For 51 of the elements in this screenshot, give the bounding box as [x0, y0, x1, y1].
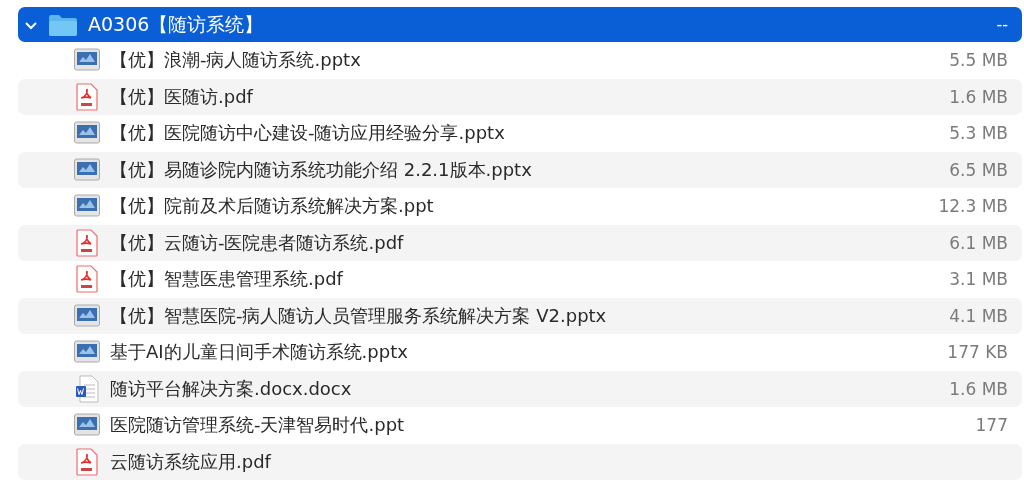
- file-name: 【优】智慧医院-病人随访人员管理服务系统解决方案 V2.pptx: [110, 303, 608, 328]
- pdf-file-icon: [74, 228, 100, 257]
- file-size: 4.1 MB: [949, 305, 1008, 326]
- file-row[interactable]: 随访平台解决方案.docx.docx 1.6 MB: [18, 370, 1022, 407]
- slide-thumbnail-icon: [74, 194, 100, 219]
- file-row[interactable]: 云随访系统应用.pdf: [18, 443, 1022, 480]
- pdf-file-icon: [74, 82, 100, 111]
- file-size: 5.3 MB: [949, 123, 1008, 144]
- slide-thumbnail-icon: [74, 48, 100, 73]
- file-row[interactable]: 【优】智慧医院-病人随访人员管理服务系统解决方案 V2.pptx 4.1 MB: [18, 297, 1022, 334]
- file-row[interactable]: 【优】易随诊院内随访系统功能介绍 2.2.1版本.pptx 6.5 MB: [18, 151, 1022, 188]
- slide-thumbnail-icon: [74, 303, 100, 328]
- file-size: 6.5 MB: [949, 159, 1008, 180]
- file-name: 基于AI的儿童日间手术随访系统.pptx: [110, 340, 409, 365]
- slide-thumbnail-icon: [74, 121, 100, 146]
- file-size: 177: [975, 415, 1008, 436]
- slide-thumbnail-icon: [74, 340, 100, 365]
- file-name: 随访平台解决方案.docx.docx: [110, 376, 353, 401]
- folder-size: --: [996, 15, 1008, 34]
- file-row[interactable]: 【优】医随访.pdf 1.6 MB: [18, 78, 1022, 115]
- file-name: 【优】医院随访中心建设-随访应用经验分享.pptx: [110, 121, 506, 146]
- file-name: 【优】浪潮-病人随访系统.pptx: [110, 48, 362, 73]
- folder-name: A0306【随访系统】: [88, 11, 265, 37]
- file-size: 6.1 MB: [949, 232, 1008, 253]
- file-size: 3.1 MB: [949, 269, 1008, 290]
- file-size: 5.5 MB: [949, 50, 1008, 71]
- pdf-file-icon: [74, 265, 100, 294]
- file-size: 1.6 MB: [949, 86, 1008, 107]
- file-row[interactable]: 【优】智慧医患管理系统.pdf 3.1 MB: [18, 261, 1022, 298]
- file-size: 177 KB: [947, 342, 1008, 363]
- file-name: 【优】云随访-医院患者随访系统.pdf: [110, 230, 405, 255]
- slide-thumbnail-icon: [74, 157, 100, 182]
- file-name: 【优】智慧医患管理系统.pdf: [110, 267, 345, 292]
- file-row[interactable]: 基于AI的儿童日间手术随访系统.pptx 177 KB: [18, 334, 1022, 371]
- file-size: 12.3 MB: [938, 196, 1008, 217]
- folder-icon: [48, 12, 78, 37]
- file-size: 1.6 MB: [949, 378, 1008, 399]
- file-name: 【优】易随诊院内随访系统功能介绍 2.2.1版本.pptx: [110, 157, 533, 182]
- file-row[interactable]: 【优】院前及术后随访系统解决方案.ppt 12.3 MB: [18, 188, 1022, 225]
- file-row[interactable]: 【优】云随访-医院患者随访系统.pdf 6.1 MB: [18, 224, 1022, 261]
- file-name: 云随访系统应用.pdf: [110, 449, 273, 474]
- folder-row[interactable]: A0306【随访系统】 --: [18, 7, 1022, 42]
- slide-thumbnail-icon: [74, 413, 100, 438]
- file-name: 【优】医随访.pdf: [110, 84, 255, 109]
- word-document-icon: [74, 374, 100, 403]
- pdf-file-icon: [74, 447, 100, 476]
- file-row[interactable]: 【优】浪潮-病人随访系统.pptx 5.5 MB: [18, 42, 1022, 79]
- file-row[interactable]: 医院随访管理系统-天津智易时代.ppt 177: [18, 407, 1022, 444]
- file-name: 医院随访管理系统-天津智易时代.ppt: [110, 413, 406, 438]
- file-row[interactable]: 【优】医院随访中心建设-随访应用经验分享.pptx 5.3 MB: [18, 115, 1022, 152]
- file-name: 【优】院前及术后随访系统解决方案.ppt: [110, 194, 435, 219]
